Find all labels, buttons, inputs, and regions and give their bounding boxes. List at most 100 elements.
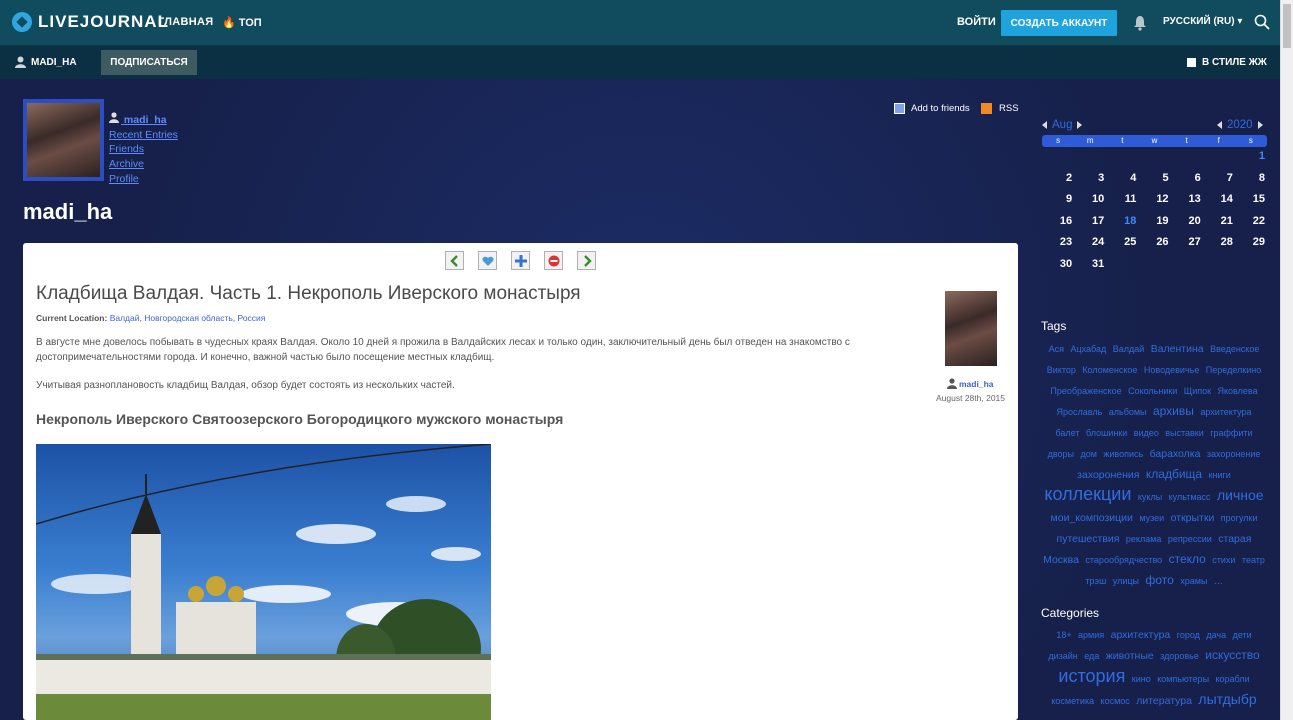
tag-link[interactable]: Яковлева [1218, 386, 1258, 396]
subscribe-button[interactable]: ПОДПИСАТЬСЯ [101, 50, 197, 75]
profile-link[interactable]: Profile [109, 172, 178, 187]
calendar-day[interactable]: 7 [1203, 168, 1235, 190]
lj-style-toggle[interactable]: В СТИЛЕ ЖЖ [1187, 57, 1267, 68]
calendar-day[interactable]: 20 [1171, 211, 1203, 233]
category-link[interactable]: косметика [1051, 696, 1094, 706]
tag-link[interactable]: Новодевичье [1144, 365, 1199, 375]
friends-link[interactable]: Friends [109, 142, 178, 157]
add-to-friends-link[interactable]: Add to friends [894, 103, 970, 114]
tag-link[interactable]: куклы [1138, 492, 1162, 502]
category-link[interactable]: история [1058, 666, 1125, 686]
category-link[interactable]: литература [1136, 695, 1192, 707]
calendar-day[interactable]: 24 [1074, 232, 1106, 254]
tag-link[interactable]: дворы [1048, 449, 1074, 459]
tag-link[interactable]: архивы [1153, 404, 1194, 418]
calendar-day[interactable]: 31 [1074, 254, 1106, 276]
calendar-day[interactable]: 16 [1042, 211, 1074, 233]
author-link[interactable]: madi_ha [947, 378, 994, 389]
calendar-day[interactable]: 29 [1235, 232, 1267, 254]
category-link[interactable]: дизайн [1048, 651, 1077, 661]
flag-button[interactable] [544, 251, 563, 270]
category-link[interactable]: компьютеры [1157, 674, 1209, 684]
category-link[interactable]: 18+ [1056, 630, 1071, 640]
calendar-day[interactable]: 1 [1235, 146, 1267, 168]
rss-link[interactable]: RSS [981, 103, 1019, 114]
livejournal-logo[interactable]: LIVEJOURNAL [12, 12, 169, 32]
category-link[interactable]: животные [1106, 650, 1154, 662]
tag-link[interactable]: стекло [1169, 552, 1206, 566]
calendar-day[interactable]: 28 [1203, 232, 1235, 254]
tag-link[interactable]: музеи [1139, 513, 1164, 523]
nav-top-link[interactable]: 🔥 ТОП [222, 16, 262, 29]
tag-link[interactable]: коллекции [1044, 484, 1131, 504]
calendar-day[interactable]: 17 [1074, 211, 1106, 233]
search-icon[interactable] [1254, 14, 1270, 30]
location-link-region[interactable]: Новгородская область [144, 313, 233, 323]
tag-link[interactable]: Валдай [1113, 344, 1145, 354]
tag-link[interactable]: реклама [1126, 534, 1162, 544]
tag-link[interactable]: Введенское [1210, 344, 1259, 354]
tag-link[interactable]: стихи [1212, 555, 1235, 565]
calendar-day[interactable]: 8 [1235, 168, 1267, 190]
calendar-day[interactable]: 4 [1106, 168, 1138, 190]
tag-link[interactable]: видео [1134, 428, 1159, 438]
tag-link[interactable]: архитектура [1200, 407, 1251, 417]
calendar-day[interactable]: 10 [1074, 189, 1106, 211]
tag-link[interactable]: Сокольники [1128, 386, 1177, 396]
userpic[interactable] [23, 99, 104, 181]
tag-link[interactable]: дом [1080, 449, 1096, 459]
calendar-year-label[interactable]: 2020 [1227, 119, 1253, 131]
category-link[interactable]: лытдыбр [1198, 691, 1256, 707]
tag-link[interactable]: культмасс [1169, 492, 1211, 502]
nav-main-link[interactable]: ГЛАВНАЯ [158, 16, 213, 28]
tag-link[interactable]: Москва [1043, 554, 1079, 566]
tag-link[interactable]: старообрядчество [1085, 555, 1162, 565]
category-link[interactable]: дети [1233, 630, 1252, 640]
tag-link[interactable]: Переделкино [1206, 365, 1261, 375]
category-link[interactable]: кино [1132, 674, 1151, 684]
journal-user-link[interactable]: MADI_HA [15, 56, 77, 68]
memories-button[interactable] [478, 251, 497, 270]
tag-link[interactable]: Виктор [1047, 365, 1076, 375]
tag-link[interactable]: альбомы [1109, 407, 1147, 417]
calendar-day[interactable]: 23 [1042, 232, 1074, 254]
location-link-valdai[interactable]: Валдай [110, 313, 140, 323]
category-link[interactable]: еда [1084, 651, 1099, 661]
tag-link[interactable]: выставки [1165, 428, 1204, 438]
page-scrollbar[interactable] [1280, 0, 1293, 720]
tag-link[interactable]: храмы [1180, 576, 1207, 586]
category-link[interactable]: архитектура [1111, 629, 1171, 641]
calendar-day[interactable]: 15 [1235, 189, 1267, 211]
profile-username-link[interactable]: madi_ha [109, 112, 178, 128]
calendar-day[interactable]: 30 [1042, 254, 1074, 276]
tag-link[interactable]: театр [1242, 555, 1265, 565]
next-year-icon[interactable] [1257, 121, 1263, 129]
tag-link[interactable]: Ярославль [1057, 407, 1103, 417]
calendar-day[interactable]: 5 [1138, 168, 1170, 190]
calendar-day[interactable]: 2 [1042, 168, 1074, 190]
category-link[interactable]: город [1177, 630, 1200, 640]
tag-link[interactable]: кладбища [1146, 467, 1202, 481]
calendar-day[interactable]: 13 [1171, 189, 1203, 211]
calendar-day[interactable]: 6 [1171, 168, 1203, 190]
tag-link[interactable]: барахолка [1150, 448, 1201, 460]
category-link[interactable]: искусство [1205, 648, 1259, 662]
scrollbar-thumb[interactable] [1283, 4, 1291, 48]
tag-link[interactable]: старая [1218, 533, 1251, 545]
tag-link[interactable]: фото [1145, 573, 1173, 587]
tag-link[interactable]: захоронение [1207, 449, 1261, 459]
recent-entries-link[interactable]: Recent Entries [109, 128, 178, 143]
tag-link[interactable]: захоронения [1077, 469, 1139, 481]
tag-link[interactable]: Коломенское [1082, 365, 1137, 375]
create-account-button[interactable]: СОЗДАТЬ АККАУНТ [1001, 10, 1117, 36]
calendar-day[interactable]: 12 [1138, 189, 1170, 211]
tag-link[interactable]: улицы [1113, 576, 1139, 586]
tag-link[interactable]: путешествия [1057, 533, 1120, 545]
tag-link[interactable]: Преображенское [1050, 386, 1121, 396]
calendar-day[interactable]: 22 [1235, 211, 1267, 233]
tag-link[interactable]: личное [1217, 487, 1264, 503]
category-link[interactable]: армия [1078, 630, 1104, 640]
tag-link[interactable]: живопись [1103, 449, 1143, 459]
tag-link[interactable]: репрессии [1168, 534, 1212, 544]
category-link[interactable]: корабли [1216, 674, 1250, 684]
